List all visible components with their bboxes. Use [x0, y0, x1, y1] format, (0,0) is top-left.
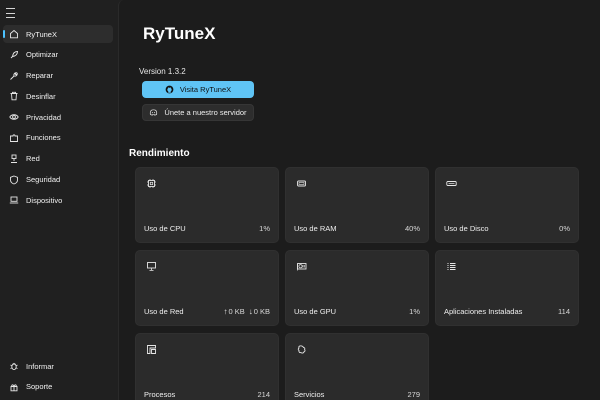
download-value: 0 KB — [253, 307, 270, 316]
disk-usage-card: Uso de Disco 0% — [435, 167, 579, 243]
gpu-usage-card: Uso de GPU 1% — [285, 250, 429, 326]
nav-bottom-list: Informar Soporte — [3, 357, 113, 399]
join-server-button[interactable]: Únete a nuestro servidor — [142, 104, 254, 121]
sidebar-item-dispositivo[interactable]: Dispositivo — [3, 191, 113, 209]
card-value: 40% — [404, 224, 420, 233]
cpu-icon — [146, 178, 157, 189]
sidebar-item-label: RyTuneX — [26, 29, 57, 39]
network-icon — [9, 154, 19, 164]
discord-icon — [149, 108, 158, 117]
card-label: Servicios — [294, 390, 325, 399]
sidebar-item-informar[interactable]: Informar — [3, 357, 113, 375]
sidebar: RyTuneX Optimizar Reparar Desinflar Priv… — [0, 0, 118, 400]
card-value: 114 — [558, 307, 570, 316]
card-value: 0% — [559, 224, 570, 233]
sidebar-item-funciones[interactable]: Funciones — [3, 129, 113, 147]
visit-rytunex-button[interactable]: Visita RyTuneX — [142, 81, 254, 98]
bug-icon — [9, 361, 19, 371]
sidebar-item-label: Red — [26, 154, 40, 164]
home-icon — [9, 29, 19, 39]
sidebar-item-privacidad[interactable]: Privacidad — [3, 108, 113, 126]
card-value: 214 — [257, 390, 270, 399]
card-label: Uso de RAM — [294, 224, 337, 233]
card-value: 1% — [409, 307, 420, 316]
sidebar-item-optimizar[interactable]: Optimizar — [3, 46, 113, 64]
visit-rytunex-label: Visita RyTuneX — [179, 85, 232, 94]
trash-icon — [9, 91, 19, 101]
cpu-usage-card: Uso de CPU 1% — [135, 167, 279, 243]
sidebar-item-label: Optimizar — [26, 50, 59, 60]
join-server-label: Únete a nuestro servidor — [164, 108, 247, 117]
menu-toggle-icon[interactable] — [6, 8, 18, 18]
sidebar-item-soporte[interactable]: Soporte — [3, 378, 113, 396]
sidebar-item-label: Dispositivo — [26, 195, 63, 205]
sidebar-item-seguridad[interactable]: Seguridad — [3, 171, 113, 189]
installed-apps-card: Aplicaciones Instaladas 114 — [435, 250, 579, 326]
upload-arrow-icon: ↑ — [223, 307, 228, 316]
card-label: Uso de Disco — [444, 224, 489, 233]
sidebar-item-label: Reparar — [26, 71, 54, 81]
card-label: Uso de Red — [144, 307, 184, 316]
gpu-icon — [296, 261, 307, 272]
sidebar-item-label: Funciones — [26, 133, 61, 143]
sidebar-item-reparar[interactable]: Reparar — [3, 67, 113, 85]
support-icon — [9, 382, 19, 392]
network-traffic: ↑ 0 KB ↓ 0 KB — [223, 307, 270, 316]
ram-usage-card: Uso de RAM 40% — [285, 167, 429, 243]
monitor-network-icon — [146, 261, 157, 272]
puzzle-icon — [9, 133, 19, 143]
laptop-icon — [9, 195, 19, 205]
processes-card: Procesos 214 — [135, 333, 279, 400]
card-label: Aplicaciones Instaladas — [444, 307, 523, 316]
services-card: Servicios 279 — [285, 333, 429, 400]
wrench-icon — [9, 71, 19, 81]
sidebar-item-label: Privacidad — [26, 112, 62, 122]
card-label: Uso de GPU — [294, 307, 337, 316]
card-label: Procesos — [144, 390, 176, 399]
list-icon — [446, 261, 457, 272]
version-label: Version 1.3.2 — [139, 67, 186, 76]
card-value: 279 — [407, 390, 420, 399]
network-usage-card: Uso de Red ↑ 0 KB ↓ 0 KB — [135, 250, 279, 326]
section-title-rendimiento: Rendimiento — [129, 148, 190, 159]
shield-icon — [9, 175, 19, 185]
upload-value: 0 KB — [228, 307, 245, 316]
card-label: Uso de CPU — [144, 224, 186, 233]
eye-icon — [9, 112, 19, 122]
sidebar-item-label: Informar — [26, 361, 54, 371]
processes-icon — [146, 344, 157, 355]
card-value: 1% — [259, 224, 270, 233]
main-content: RyTuneX Version 1.3.2 Visita RyTuneX Úne… — [118, 0, 600, 400]
sidebar-item-label: Seguridad — [26, 175, 61, 185]
services-icon — [296, 344, 307, 355]
sidebar-item-label: Desinflar — [26, 91, 56, 101]
sidebar-item-desinflar[interactable]: Desinflar — [3, 87, 113, 105]
sidebar-item-red[interactable]: Red — [3, 150, 113, 168]
ram-icon — [296, 178, 307, 189]
sidebar-item-label: Soporte — [26, 382, 53, 392]
github-icon — [165, 85, 174, 94]
sidebar-item-rytunex[interactable]: RyTuneX — [3, 25, 113, 43]
rocket-icon — [9, 50, 19, 60]
nav-list: RyTuneX Optimizar Reparar Desinflar Priv… — [3, 25, 113, 212]
disk-icon — [446, 178, 457, 189]
download-arrow-icon: ↓ — [248, 307, 253, 316]
page-title: RyTuneX — [143, 24, 216, 43]
